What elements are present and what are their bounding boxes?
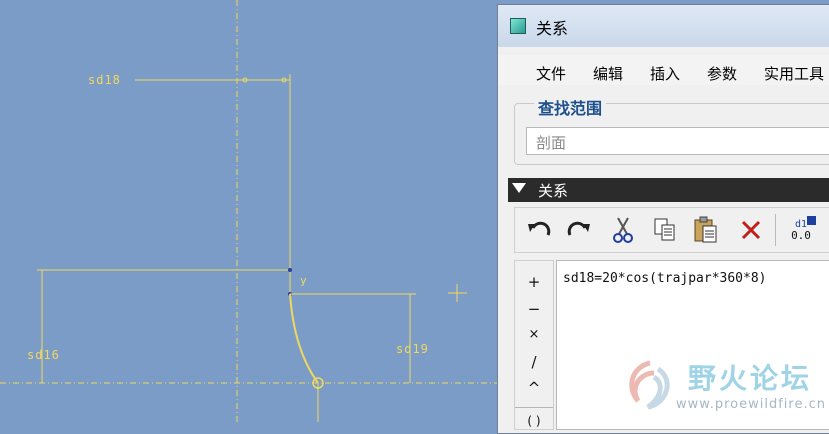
sd16-label[interactable]: sd16: [27, 348, 60, 362]
watermark-text: 野火论坛: [688, 362, 813, 395]
app-icon: [510, 18, 526, 34]
sd19-label[interactable]: sd19: [396, 342, 429, 356]
copy-icon[interactable]: [649, 214, 681, 246]
operator-parentheses[interactable]: ( ): [515, 414, 553, 428]
relations-dialog[interactable]: 关系 文件 编辑 插入 参数 实用工具 查找范围 剖面 关系 d1 0.0 + …: [497, 4, 829, 434]
toolbar-separator: [775, 214, 776, 246]
operator-palette: + − × / ^ ( ): [514, 260, 554, 430]
redo-icon[interactable]: [563, 214, 595, 246]
collapse-arrow-icon[interactable]: [512, 183, 526, 193]
operator-multiply[interactable]: ×: [515, 327, 553, 342]
watermark-url: www.proewildfire.cn: [676, 397, 826, 412]
sketch-curve[interactable]: [289, 293, 319, 384]
search-scope-field[interactable]: 剖面: [526, 127, 829, 155]
info-icon: [807, 216, 816, 225]
sketch-point-top[interactable]: [288, 268, 292, 272]
paste-icon[interactable]: [690, 214, 722, 246]
operator-power[interactable]: ^: [515, 379, 553, 397]
menu-parameters[interactable]: 参数: [707, 63, 737, 84]
watermark-logo-icon: [629, 360, 670, 410]
crosshair-icon: [448, 284, 467, 302]
dialog-titlebar[interactable]: 关系: [498, 5, 829, 47]
sort-label-bottom: 0.0: [791, 229, 811, 242]
relations-section-header[interactable]: 关系: [508, 178, 829, 202]
menu-utilities[interactable]: 实用工具: [764, 63, 824, 84]
operator-divide[interactable]: /: [515, 353, 553, 371]
search-group-legend: 查找范围: [534, 95, 607, 119]
search-scope-value: 剖面: [536, 134, 567, 152]
section-title: 关系: [538, 182, 569, 200]
sketch-ref-label: y: [300, 274, 308, 287]
operator-plus[interactable]: +: [515, 273, 553, 291]
sd18-label[interactable]: sd18: [88, 73, 121, 87]
operator-divider: [515, 407, 553, 408]
delete-icon[interactable]: [735, 214, 767, 246]
menu-edit[interactable]: 编辑: [593, 63, 623, 84]
cut-icon[interactable]: [607, 214, 639, 246]
undo-icon[interactable]: [523, 214, 555, 246]
relations-toolbar: d1 0.0: [514, 207, 829, 253]
menu-insert[interactable]: 插入: [650, 63, 680, 84]
operator-minus[interactable]: −: [515, 300, 553, 318]
menu-file[interactable]: 文件: [536, 63, 566, 84]
relation-line-1[interactable]: sd18=20*cos(trajpar*360*8): [563, 271, 767, 286]
dialog-title: 关系: [536, 19, 569, 38]
menu-bar: 文件 编辑 插入 参数 实用工具: [498, 55, 829, 85]
